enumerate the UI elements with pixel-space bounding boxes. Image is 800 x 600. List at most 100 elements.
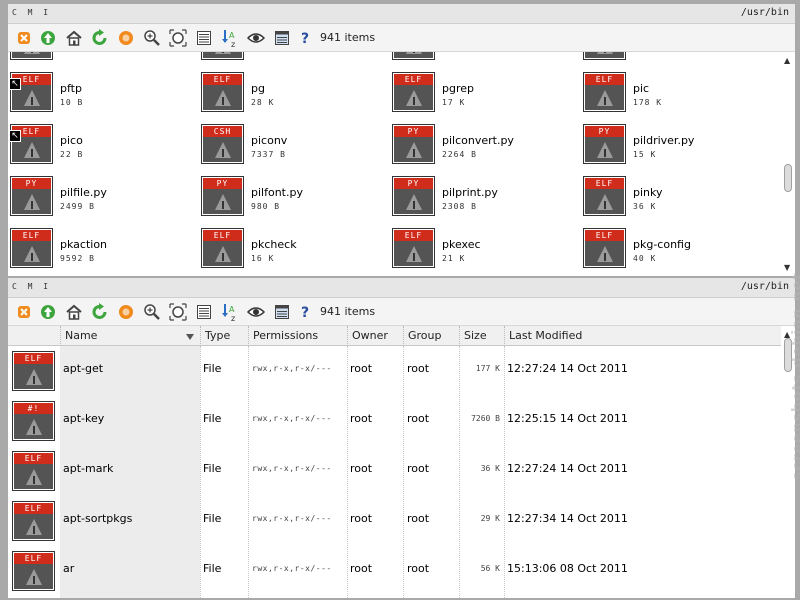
view-list-button[interactable] — [194, 28, 214, 48]
file-item[interactable]: PY pilfile.py 2499 B — [8, 170, 198, 222]
file-item[interactable]: ELF ↖ pico 22 B — [8, 118, 198, 170]
close-button[interactable] — [14, 28, 34, 48]
file-name: pilconvert.py — [442, 134, 514, 147]
file-item[interactable]: ELF pkaction 9592 B — [8, 222, 198, 274]
file-item[interactable]: ELF pkg-config 40 K — [581, 222, 771, 274]
file-name: pkaction — [60, 238, 108, 251]
file-name: pilfont.py — [251, 186, 303, 199]
file-type-icon: CSH — [201, 124, 244, 164]
list-view-icon — [196, 30, 212, 46]
stop-button[interactable] — [116, 302, 136, 322]
eye-icon — [247, 306, 265, 318]
sort-button[interactable]: Az — [220, 28, 240, 48]
sort-button[interactable]: Az — [220, 302, 240, 322]
cell-owner: root — [350, 462, 373, 475]
pane-titlebar: C M I /usr/bin — [8, 278, 795, 298]
reload-button[interactable] — [90, 28, 110, 48]
cell-permissions: rwx,r-x,r-x/--- — [252, 414, 332, 423]
warning-triangle-icon — [394, 241, 433, 266]
table-row[interactable]: #! apt-key File rwx,r-x,r-x/--- root root 7260… — [8, 396, 781, 446]
cell-permissions: rwx,r-x,r-x/--- — [252, 364, 332, 373]
reload-icon — [91, 303, 109, 321]
table-row[interactable]: ELF apt-sortpkgs File rwx,r-x,r-x/--- root ro… — [8, 496, 781, 546]
file-item[interactable]: PY pilconvert.py 2264 B — [390, 118, 580, 170]
column-header-row: Name Type Permissions Owner Group Size L… — [8, 326, 781, 346]
column-header-last-modified[interactable]: Last Modified — [504, 326, 781, 346]
zoom-in-button[interactable] — [142, 28, 162, 48]
file-item[interactable]: ELF pinky 36 K — [581, 170, 771, 222]
file-item[interactable]: ELF pic 178 K — [581, 66, 771, 118]
file-name: pilprint.py — [442, 186, 498, 199]
view-list-button[interactable] — [194, 302, 214, 322]
file-type-icon — [583, 52, 626, 60]
file-item[interactable]: ELF pg 28 K — [199, 66, 389, 118]
file-type-icon: ELF — [201, 228, 244, 268]
scroll-thumb[interactable] — [784, 164, 792, 192]
file-type-icon: ELF — [10, 228, 53, 268]
up-button[interactable] — [38, 28, 58, 48]
file-item[interactable]: PY pilfont.py 980 B — [199, 170, 389, 222]
svg-text:A: A — [229, 305, 235, 314]
file-type-icon: PY — [10, 176, 53, 216]
column-header-permissions[interactable]: Permissions — [248, 326, 347, 346]
reload-button[interactable] — [90, 302, 110, 322]
column-label: Type — [205, 329, 231, 342]
list-view-icon — [196, 304, 212, 320]
table-row[interactable]: ELF ar File rwx,r-x,r-x/--- root root 56 K 15:1… — [8, 546, 781, 596]
svg-text:?: ? — [301, 31, 309, 46]
zoom-fit-button[interactable] — [168, 28, 188, 48]
column-header-group[interactable]: Group — [403, 326, 459, 346]
scroll-up-icon[interactable]: ▲ — [784, 56, 790, 65]
file-type-tag: ELF — [394, 230, 433, 241]
file-name: pic — [633, 82, 650, 95]
file-type-tag: ELF — [585, 74, 624, 85]
home-button[interactable] — [64, 302, 84, 322]
pane-titlebar: C M I /usr/bin — [8, 4, 795, 24]
symlink-badge-icon: ↖ — [9, 78, 21, 90]
file-type-icon: ELF — [583, 228, 626, 268]
column-header-size[interactable]: Size — [459, 326, 504, 346]
file-item[interactable]: CSH piconv 7337 B — [199, 118, 389, 170]
close-button[interactable] — [14, 302, 34, 322]
file-size: 22 B — [60, 150, 84, 159]
file-name: pkexec — [442, 238, 481, 251]
warning-triangle-icon — [203, 241, 242, 266]
vertical-scrollbar[interactable]: ▲ ▼ — [781, 52, 795, 276]
help-button[interactable]: ? — [296, 302, 316, 322]
column-header-type[interactable]: Type — [200, 326, 248, 346]
zoom-in-button[interactable] — [142, 302, 162, 322]
column-header-name[interactable]: Name — [60, 326, 200, 346]
file-item[interactable]: ELF pkcheck 16 K — [199, 222, 389, 274]
file-size: 21 K — [442, 254, 466, 263]
details-button[interactable] — [272, 302, 292, 322]
details-button[interactable] — [272, 28, 292, 48]
file-item[interactable]: ELF ↖ pftp 10 B — [8, 66, 198, 118]
file-type-icon: #! — [12, 401, 55, 441]
zoom-fit-button[interactable] — [168, 302, 188, 322]
home-button[interactable] — [64, 28, 84, 48]
file-size: 10 B — [60, 98, 84, 107]
file-name: pkcheck — [251, 238, 297, 251]
file-item[interactable]: PY pilprint.py 2308 B — [390, 170, 580, 222]
warning-triangle-icon — [14, 564, 53, 589]
show-hidden-button[interactable] — [246, 28, 266, 48]
stop-icon — [118, 30, 134, 46]
stop-button[interactable] — [116, 28, 136, 48]
file-item[interactable]: ELF pkexec 21 K — [390, 222, 580, 274]
file-item[interactable]: PY pildriver.py 15 K — [581, 118, 771, 170]
cell-name: apt-sortpkgs — [63, 512, 133, 525]
cell-type: File — [203, 462, 222, 475]
scroll-down-icon[interactable]: ▼ — [784, 263, 790, 272]
cell-group: root — [407, 462, 430, 475]
help-button[interactable]: ? — [296, 28, 316, 48]
up-button[interactable] — [38, 302, 58, 322]
warning-triangle-icon — [394, 52, 433, 58]
file-item[interactable]: ELF pgrep 17 K — [390, 66, 580, 118]
table-row[interactable]: ELF apt-mark File rwx,r-x,r-x/--- root root 36… — [8, 446, 781, 496]
cell-last-modified: 12:27:24 14 Oct 2011 — [507, 462, 628, 475]
sort-az-icon: Az — [220, 28, 240, 48]
table-row[interactable]: ELF apt-get File rwx,r-x,r-x/--- root root 177… — [8, 346, 781, 396]
toolbar: 941 items Az? — [8, 24, 795, 52]
column-header-owner[interactable]: Owner — [347, 326, 403, 346]
show-hidden-button[interactable] — [246, 302, 266, 322]
